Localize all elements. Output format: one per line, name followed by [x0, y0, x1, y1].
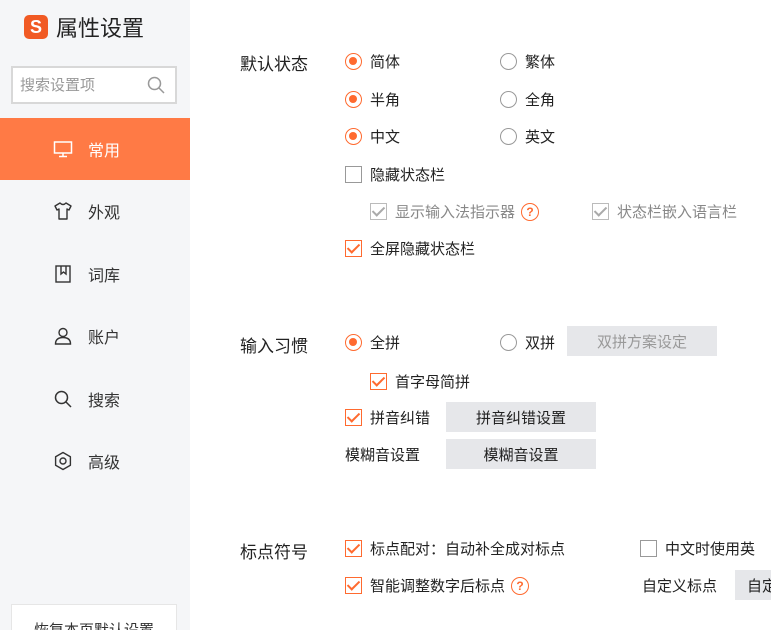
search-icon[interactable]	[147, 76, 165, 94]
radio-double-pinyin[interactable]: 双拼	[500, 332, 555, 353]
radio-chinese[interactable]: 中文	[345, 126, 400, 147]
restore-defaults-button[interactable]: 恢复本页默认设置	[11, 604, 177, 630]
sidebar-item-account[interactable]: 账户	[0, 305, 190, 367]
radio-full-width[interactable]: 全角	[500, 89, 555, 110]
option-label: 显示输入法指示器	[395, 204, 516, 221]
book-icon	[52, 263, 74, 285]
fuzzy-sound-label: 模糊音设置	[345, 444, 420, 465]
option-label: 模糊音设置	[345, 447, 421, 464]
option-label: 全屏隐藏状态栏	[370, 241, 476, 258]
help-icon[interactable]: ?	[511, 576, 530, 595]
option-label: 状态栏嵌入语言栏	[617, 204, 738, 221]
sidebar: S 属性设置 常用 外观 词库 账户 搜	[0, 0, 190, 630]
radio-unselected-icon	[500, 53, 517, 70]
option-label: 拼音纠错	[370, 410, 431, 427]
radio-unselected-icon	[500, 334, 517, 351]
section-title-punctuation: 标点符号	[240, 543, 308, 562]
custom-punctuation-label: 自定义标点	[642, 575, 717, 596]
option-label: 中文	[370, 129, 401, 146]
sidebar-item-label: 外观	[88, 205, 121, 222]
shirt-icon	[52, 200, 74, 222]
checkbox-checked-icon	[345, 577, 362, 594]
checkbox-checked-icon	[345, 240, 362, 257]
double-pinyin-settings-button[interactable]: 双拼方案设定	[567, 326, 717, 356]
option-label: 半角	[370, 92, 401, 109]
option-label: 中文时使用英	[665, 541, 756, 558]
checkbox-english-in-chinese[interactable]: 中文时使用英	[640, 538, 755, 559]
sogou-logo-icon: S	[24, 15, 48, 39]
sidebar-item-label: 高级	[88, 455, 121, 472]
user-icon	[52, 325, 74, 347]
radio-full-pinyin[interactable]: 全拼	[345, 332, 400, 353]
checkbox-pinyin-correction[interactable]: 拼音纠错	[345, 407, 430, 428]
app-logo: S 属性设置	[24, 12, 144, 42]
radio-simplified[interactable]: 简体	[345, 51, 400, 72]
sidebar-item-appearance[interactable]: 外观	[0, 180, 190, 242]
option-label: 英文	[525, 129, 556, 146]
checkbox-checked-icon	[370, 373, 387, 390]
option-label: 双拼	[525, 335, 556, 352]
search-input[interactable]	[20, 76, 140, 94]
option-label: 标点配对：自动补全成对标点	[370, 541, 566, 558]
radio-selected-icon	[345, 128, 362, 145]
checkbox-hide-status-bar[interactable]: 隐藏状态栏	[345, 164, 445, 185]
radio-half-width[interactable]: 半角	[345, 89, 400, 110]
radio-unselected-icon	[500, 128, 517, 145]
radio-english[interactable]: 英文	[500, 126, 555, 147]
checkbox-embed-language-bar[interactable]: 状态栏嵌入语言栏	[592, 201, 737, 222]
radio-selected-icon	[345, 334, 362, 351]
option-label: 全拼	[370, 335, 401, 352]
checkbox-punctuation-pairing[interactable]: 标点配对：自动补全成对标点	[345, 538, 565, 559]
radio-selected-icon	[345, 91, 362, 108]
settings-panel: 默认状态 简体 繁体 半角 全角 中文 英文 隐藏状态栏 显示输入法指示器 ? …	[190, 0, 771, 630]
sidebar-item-dictionary[interactable]: 词库	[0, 243, 190, 305]
custom-punctuation-button[interactable]: 自定	[735, 570, 771, 600]
pinyin-correction-settings-button[interactable]: 拼音纠错设置	[446, 402, 596, 432]
option-label: 首字母简拼	[395, 374, 471, 391]
checkbox-show-indicator[interactable]: 显示输入法指示器 ?	[370, 201, 540, 222]
section-title-input-habit: 输入习惯	[240, 337, 308, 356]
sidebar-item-search[interactable]: 搜索	[0, 368, 190, 430]
option-label: 自定义标点	[642, 578, 718, 595]
option-label: 隐藏状态栏	[370, 167, 446, 184]
search-box[interactable]	[11, 66, 177, 104]
checkbox-smart-adjust[interactable]: 智能调整数字后标点 ?	[345, 575, 530, 596]
monitor-icon	[52, 138, 74, 160]
option-label: 全角	[525, 92, 556, 109]
sidebar-item-label: 常用	[88, 143, 121, 160]
radio-selected-icon	[345, 53, 362, 70]
radio-unselected-icon	[500, 91, 517, 108]
checkbox-unchecked-icon	[640, 540, 657, 557]
option-label: 繁体	[525, 54, 556, 71]
option-label: 智能调整数字后标点	[370, 578, 506, 595]
window-title: 属性设置	[56, 16, 145, 41]
checkbox-disabled-checked-icon	[370, 203, 387, 220]
help-icon[interactable]: ?	[521, 202, 540, 221]
option-label: 简体	[370, 54, 401, 71]
gear-icon	[52, 450, 74, 472]
checkbox-unchecked-icon	[345, 166, 362, 183]
section-title-default-state: 默认状态	[240, 55, 308, 74]
sidebar-item-label: 搜索	[88, 393, 121, 410]
checkbox-initial-abbrev[interactable]: 首字母简拼	[370, 371, 470, 392]
search-icon	[52, 388, 74, 410]
fuzzy-sound-settings-button[interactable]: 模糊音设置	[446, 439, 596, 469]
sidebar-item-label: 词库	[88, 268, 121, 285]
radio-traditional[interactable]: 繁体	[500, 51, 555, 72]
checkbox-checked-icon	[345, 540, 362, 557]
checkbox-checked-icon	[345, 409, 362, 426]
sidebar-item-advanced[interactable]: 高级	[0, 430, 190, 492]
checkbox-disabled-checked-icon	[592, 203, 609, 220]
sidebar-item-label: 账户	[88, 330, 121, 347]
checkbox-fullscreen-hide[interactable]: 全屏隐藏状态栏	[345, 238, 475, 259]
sidebar-item-common[interactable]: 常用	[0, 118, 190, 180]
